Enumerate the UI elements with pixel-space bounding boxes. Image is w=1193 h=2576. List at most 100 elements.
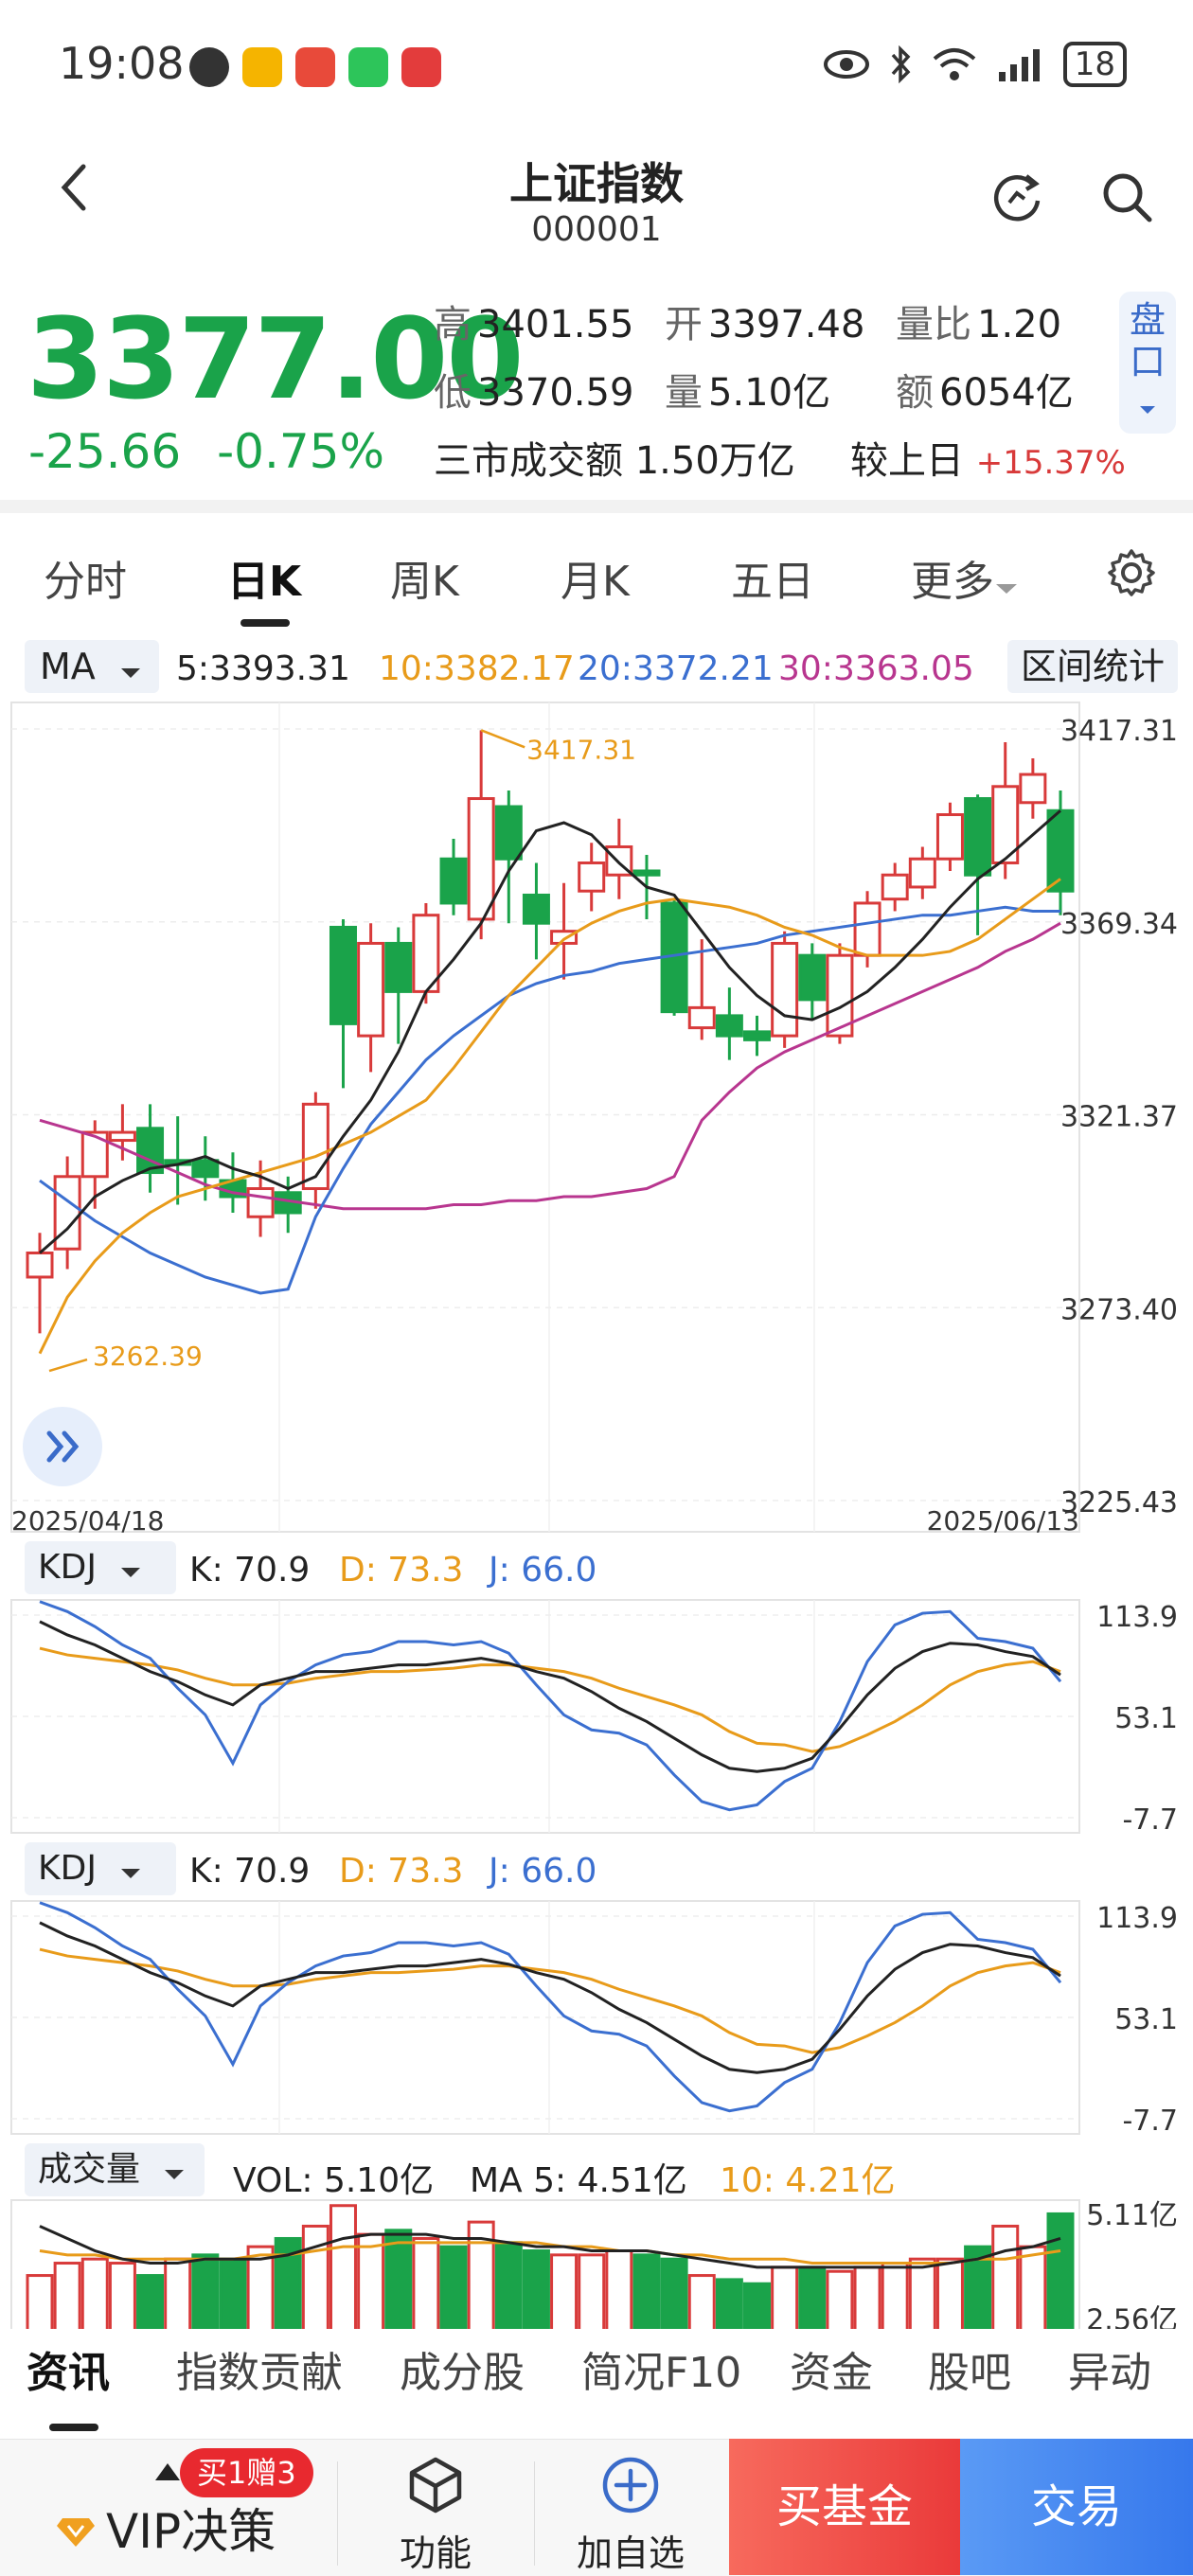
refresh-icon[interactable]: [988, 169, 1045, 225]
candle: [439, 857, 468, 905]
volume-bar: [522, 2249, 550, 2329]
candle: [964, 797, 992, 877]
tab-funds[interactable]: 资金: [790, 2338, 873, 2399]
candle: [357, 941, 385, 1038]
y-tick-label: 2.56亿: [1086, 2304, 1178, 2329]
tab-contribution[interactable]: 指数贡献: [176, 2338, 343, 2399]
add-watchlist-button[interactable]: 加自选: [545, 2454, 716, 2576]
tab-weekly-k[interactable]: 周K: [390, 547, 459, 608]
volume-bar: [301, 2224, 329, 2329]
pankou-button[interactable]: 盘口: [1119, 292, 1176, 434]
stat-market-amount: 三市成交额 1.50万亿: [434, 439, 795, 483]
tab-profile[interactable]: 简况F10: [581, 2338, 741, 2399]
kdj-selector-2[interactable]: KDJ: [25, 1842, 176, 1895]
kdj2-j: J: 66.0: [489, 1852, 597, 1891]
kdj-k-line: [39, 1921, 1061, 2074]
tab-constituents[interactable]: 成分股: [400, 2338, 525, 2399]
price-change: -25.66 -0.75%: [28, 424, 384, 479]
tab-news[interactable]: 资讯: [27, 2338, 110, 2399]
ma-selector[interactable]: MA: [25, 640, 159, 693]
candle: [771, 941, 799, 1038]
fast-forward-button[interactable]: [23, 1407, 102, 1486]
weibo-icon: [242, 47, 282, 87]
change-percent: -0.75%: [217, 424, 384, 479]
volume-bar: [715, 2278, 743, 2329]
stat-amount: 额 6054亿: [896, 371, 1074, 415]
y-tick-label: 113.9: [1096, 1601, 1178, 1634]
stat-vol-ratio: 量比 1.20: [896, 303, 1062, 346]
vip-decision-button[interactable]: VIP决策: [106, 2494, 276, 2562]
ma20-value: 20:3372.21: [578, 649, 774, 688]
kdj1-d: D: 73.3: [339, 1551, 464, 1590]
min-label: 3262.39: [93, 1341, 203, 1372]
volume-bar: [632, 2253, 661, 2329]
wifi-icon: [933, 48, 976, 80]
kdj-selector-1[interactable]: KDJ: [25, 1541, 176, 1594]
max-label: 3417.31: [526, 734, 636, 765]
tab-monthly-k[interactable]: 月K: [561, 547, 630, 608]
chevron-down-icon: [120, 668, 140, 678]
volume-bar: [412, 2236, 440, 2329]
y-tick-label: 3321.37: [1060, 1101, 1178, 1134]
separator: [0, 500, 1193, 513]
volume-bar: [219, 2257, 247, 2329]
y-tick-label: 113.9: [1096, 1902, 1178, 1935]
volume-chart[interactable]: 5.11亿 2.56亿: [0, 2198, 1193, 2329]
fast-forward-icon: [46, 1430, 80, 1463]
candle: [743, 1030, 772, 1041]
candle: [191, 1159, 220, 1179]
volume-bar: [191, 2253, 220, 2329]
vol-value: VOL: 5.10亿: [233, 2161, 435, 2200]
buy-fund-button[interactable]: 买基金: [729, 2439, 960, 2575]
candlestick-chart[interactable]: 3417.313369.343321.373273.403225.433417.…: [0, 701, 1193, 1534]
range-stats-button[interactable]: 区间统计: [1006, 640, 1178, 693]
trade-button[interactable]: 交易: [960, 2439, 1193, 2575]
info-tabs: 资讯 指数贡献 成分股 简况F10 资金 股吧 异动: [0, 2338, 1193, 2405]
function-button[interactable]: 功能: [350, 2454, 521, 2576]
volume-selector[interactable]: 成交量: [25, 2143, 205, 2196]
ma10-line: [38, 878, 1061, 1355]
volume-bar: [357, 2232, 385, 2329]
volume-bar: [826, 2269, 854, 2329]
min-leader: [48, 1358, 88, 1373]
kdj1-j: J: 66.0: [489, 1551, 597, 1590]
ma30-value: 30:3363.05: [778, 649, 974, 688]
vol-ma5: MA 5: 4.51亿: [470, 2161, 687, 2200]
stat-volume: 量 5.10亿: [665, 371, 831, 415]
kdj-chart-1[interactable]: 113.9 53.1 -7.7: [0, 1598, 1193, 1835]
tab-movement[interactable]: 异动: [1068, 2338, 1151, 2399]
candle: [384, 941, 413, 993]
kdj-chart-2[interactable]: 113.9 53.1 -7.7: [0, 1899, 1193, 2136]
status-app-icons: [189, 47, 441, 89]
tab-intraday[interactable]: 分时: [44, 547, 127, 608]
tab-five-day[interactable]: 五日: [731, 547, 814, 608]
ma10-value: 10:3382.17: [379, 649, 575, 688]
candle: [246, 1187, 275, 1218]
chart-tabs: 分时 日K 周K 月K 五日 更多: [0, 547, 1193, 606]
chevron-down-icon: [996, 584, 1017, 594]
candle: [853, 901, 881, 957]
status-time: 19:08: [59, 38, 185, 89]
volume-bar: [136, 2274, 165, 2329]
eye-icon: [823, 50, 869, 79]
volume-bar: [798, 2265, 827, 2329]
candle: [578, 861, 606, 893]
volume-bar: [853, 2265, 881, 2329]
volume-bar: [164, 2257, 192, 2329]
settings-icon[interactable]: [1106, 547, 1157, 598]
volume-bar: [935, 2257, 964, 2329]
candle: [467, 797, 495, 921]
tab-forum[interactable]: 股吧: [928, 2338, 1011, 2399]
volume-bar: [687, 2274, 716, 2329]
volume-bar: [660, 2257, 688, 2329]
vol-ma10: 10: 4.21亿: [720, 2161, 896, 2200]
triangle-up-icon: [155, 2463, 180, 2480]
tab-more[interactable]: 更多: [911, 547, 1019, 608]
ma5-value: 5:3393.31: [176, 649, 350, 688]
x-start-label: 2025/04/18: [11, 1505, 164, 1534]
kdj2-d: D: 73.3: [339, 1852, 464, 1891]
candle: [935, 813, 964, 861]
search-icon[interactable]: [1098, 169, 1155, 225]
tab-daily-k[interactable]: 日K: [227, 547, 301, 608]
volume-bar: [550, 2253, 579, 2329]
